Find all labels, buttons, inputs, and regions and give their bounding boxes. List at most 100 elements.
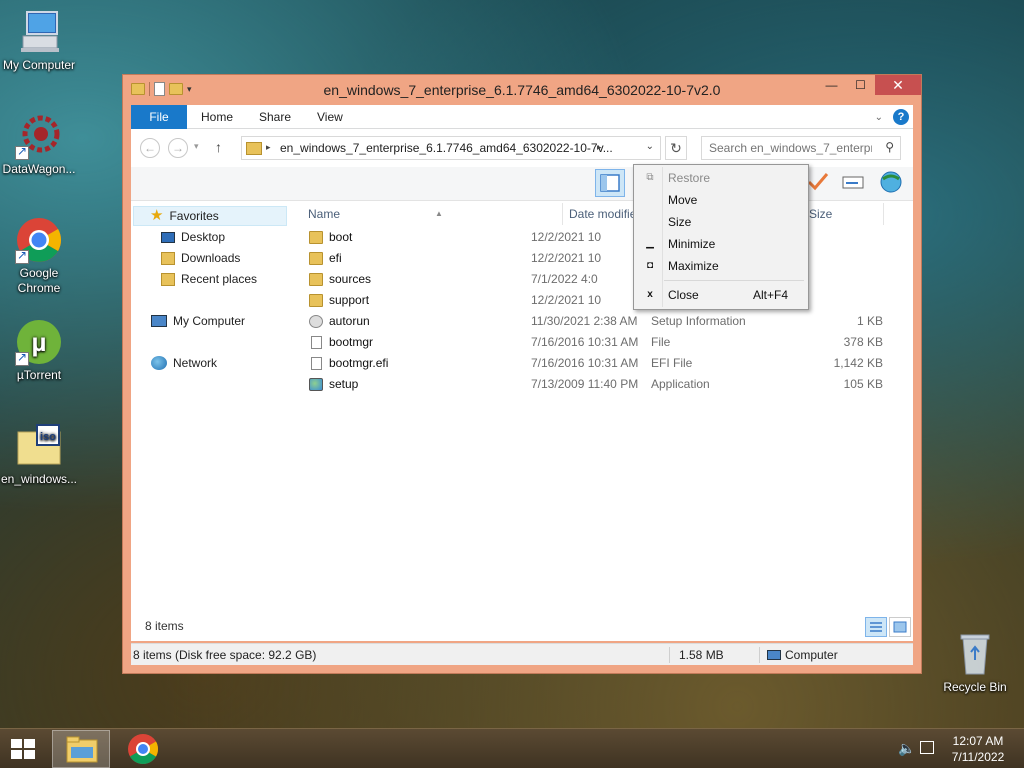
- taskbar-file-explorer[interactable]: [52, 730, 110, 768]
- start-button[interactable]: [8, 737, 38, 761]
- taskbar-chrome[interactable]: [114, 730, 172, 768]
- nav-item-downloads[interactable]: Downloads: [161, 248, 240, 268]
- sort-ascending-icon: ▲: [435, 209, 443, 218]
- large-icons-view-button[interactable]: [889, 617, 911, 637]
- address-bar-row: ← → ▾ ↑ ▸ en_windows_7_enterprise_6.1.77…: [131, 129, 913, 167]
- folder-icon: [246, 142, 262, 155]
- desktop-icon-my-computer[interactable]: My Computer: [0, 8, 78, 73]
- nav-label: Network: [173, 356, 218, 370]
- svg-text:iso: iso: [40, 431, 56, 443]
- file-row[interactable]: setup 7/13/2009 11:40 PM Application 105…: [291, 374, 913, 395]
- maximize-button[interactable]: ☐: [846, 75, 875, 95]
- nav-item-desktop[interactable]: Desktop: [161, 227, 225, 247]
- expand-ribbon-icon[interactable]: ⌄: [875, 112, 883, 123]
- address-field[interactable]: ▸ en_windows_7_enterprise_6.1.7746_amd64…: [241, 136, 661, 160]
- column-header-name[interactable]: Name ▲: [308, 201, 558, 227]
- menu-item-maximize[interactable]: ◘ Maximize: [636, 255, 806, 277]
- address-path[interactable]: en_windows_7_enterprise_6.1.7746_amd64_6…: [280, 141, 613, 155]
- address-dropdown-icon[interactable]: ⌄: [646, 141, 654, 152]
- minimize-button[interactable]: —: [817, 75, 846, 95]
- desktop-icon-recycle-bin[interactable]: Recycle Bin: [936, 630, 1014, 695]
- refresh-button[interactable]: ↻: [665, 136, 687, 160]
- column-header-size[interactable]: Size: [809, 201, 879, 227]
- back-button[interactable]: ←: [140, 138, 160, 158]
- folder-icon: [309, 252, 323, 265]
- file-row[interactable]: bootmgr 7/16/2016 10:31 AM File 378 KB: [291, 332, 913, 353]
- column-divider[interactable]: [883, 203, 884, 225]
- nav-item-favorites[interactable]: ★ Favorites: [133, 206, 287, 226]
- nav-label: Downloads: [181, 251, 241, 265]
- tab-file[interactable]: File: [131, 105, 187, 129]
- volume-muted-icon[interactable]: 🔈: [898, 740, 915, 757]
- computer-icon: [767, 650, 781, 660]
- search-input[interactable]: [702, 137, 872, 159]
- nav-item-my-computer[interactable]: My Computer: [151, 311, 245, 331]
- shortcut-arrow-icon: [15, 144, 29, 160]
- desktop-icon-chrome[interactable]: Google Chrome: [0, 216, 78, 296]
- file-row[interactable]: bootmgr.efi 7/16/2016 10:31 AM EFI File …: [291, 353, 913, 374]
- globe-icon[interactable]: [877, 169, 907, 197]
- preview-pane-button[interactable]: [595, 169, 625, 197]
- help-icon[interactable]: ?: [893, 109, 909, 125]
- menu-item-close[interactable]: x Close Alt+F4: [636, 284, 806, 306]
- close-button[interactable]: ✕: [875, 75, 921, 95]
- shortcut-arrow-icon: [15, 350, 29, 366]
- menu-item-size[interactable]: Size: [636, 211, 806, 233]
- desktop-icon-iso[interactable]: iso en_windows...: [0, 422, 78, 487]
- clock-time: 12:07 AM: [952, 734, 1004, 748]
- desktop-icon-label: Google Chrome: [17, 266, 61, 295]
- rename-icon[interactable]: [839, 169, 869, 197]
- desktop-icon-label: DataWagon...: [2, 162, 76, 176]
- maximize-icon: ◘: [646, 260, 654, 271]
- clock[interactable]: 12:07 AM 7/11/2022: [948, 733, 1008, 765]
- chrome-icon: [15, 216, 63, 264]
- status-bar: 8 items (Disk free space: 92.2 GB) 1.58 …: [131, 643, 913, 665]
- tab-share[interactable]: Share: [259, 105, 291, 129]
- menu-item-minimize[interactable]: ▁ Minimize: [636, 233, 806, 255]
- file-row[interactable]: efi 12/2/2021 10: [291, 248, 913, 269]
- recycle-bin-icon: [951, 630, 999, 678]
- title-bar[interactable]: ▾ en_windows_7_enterprise_6.1.7746_amd64…: [123, 75, 921, 105]
- file-row[interactable]: autorun 11/30/2021 2:38 AM Setup Informa…: [291, 311, 913, 332]
- ribbon-tabs: File Home Share View ⌄ ?: [131, 105, 913, 129]
- setup-icon: [309, 378, 323, 391]
- file-row[interactable]: sources 7/1/2022 4:0: [291, 269, 913, 290]
- status-size: 1.58 MB: [679, 648, 724, 662]
- recent-locations-icon[interactable]: ▾: [194, 141, 199, 152]
- search-icon[interactable]: ⚲: [885, 140, 894, 154]
- desktop-icon-datawagon[interactable]: DataWagon...: [0, 112, 78, 177]
- desktop-icon-utorrent[interactable]: µ µTorrent: [0, 318, 78, 383]
- menu-item-restore[interactable]: ⧉ Restore: [636, 167, 806, 189]
- search-box[interactable]: ⚲: [701, 136, 901, 160]
- svg-text:µ: µ: [32, 327, 47, 357]
- nav-item-network[interactable]: Network: [151, 353, 217, 373]
- tab-home[interactable]: Home: [201, 105, 233, 129]
- nav-label: Desktop: [181, 230, 226, 244]
- caption-buttons: — ☐ ✕: [817, 75, 921, 95]
- item-count: 8 items: [145, 619, 184, 633]
- file-row[interactable]: boot 12/2/2021 10: [291, 227, 913, 248]
- restore-icon: ⧉: [646, 172, 654, 183]
- file-icon: [311, 336, 322, 349]
- nav-item-recent-places[interactable]: Recent places: [161, 269, 257, 289]
- up-button[interactable]: ↑: [215, 139, 222, 155]
- shortcut-arrow-icon: [15, 248, 29, 264]
- chevron-right-icon[interactable]: ▸: [597, 142, 602, 153]
- settings-file-icon: [309, 315, 323, 328]
- clock-date: 7/11/2022: [951, 750, 1005, 764]
- column-divider[interactable]: [562, 203, 563, 225]
- file-row[interactable]: support 12/2/2021 10: [291, 290, 913, 311]
- file-list: Name ▲ Date modifie Size boot 12/2/2021 …: [291, 201, 913, 641]
- taskbar: 🔈 12:07 AM 7/11/2022: [0, 728, 1024, 768]
- iso-file-icon: iso: [15, 422, 63, 470]
- tab-view[interactable]: View: [317, 105, 343, 129]
- forward-button[interactable]: →: [168, 138, 188, 158]
- minimize-icon: ▁: [646, 238, 654, 249]
- window-title: en_windows_7_enterprise_6.1.7746_amd64_6…: [323, 82, 721, 98]
- nav-label: Recent places: [181, 272, 258, 286]
- nav-label: My Computer: [173, 314, 246, 328]
- window-system-menu: ⧉ Restore Move Size ▁ Minimize ◘ Maximiz…: [633, 164, 809, 310]
- details-view-button[interactable]: [865, 617, 887, 637]
- network-icon[interactable]: [920, 741, 934, 754]
- menu-item-move[interactable]: Move: [636, 189, 806, 211]
